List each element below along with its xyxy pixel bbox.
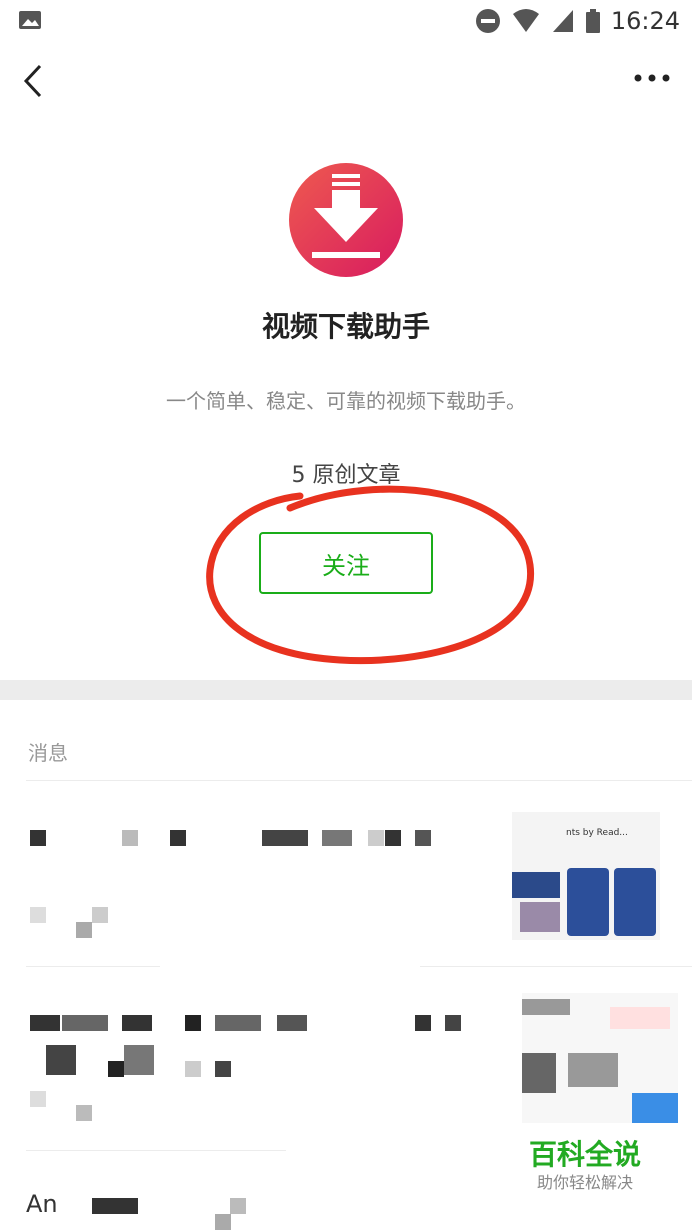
signal-icon bbox=[552, 10, 573, 32]
status-time: 16:24 bbox=[610, 7, 680, 35]
list-item[interactable] bbox=[0, 985, 692, 1145]
account-name: 视频下载助手 bbox=[261, 310, 430, 343]
divider-line bbox=[26, 1150, 286, 1151]
censored-block bbox=[170, 830, 186, 846]
censored-block bbox=[215, 1015, 261, 1031]
censored-block bbox=[445, 1015, 461, 1031]
more-icon[interactable] bbox=[632, 68, 672, 88]
censored-block bbox=[368, 830, 384, 846]
censored-block bbox=[415, 1015, 431, 1031]
censored-block bbox=[62, 1015, 108, 1031]
censored-block bbox=[122, 830, 138, 846]
censored-block bbox=[30, 1091, 46, 1107]
back-icon[interactable] bbox=[18, 62, 50, 100]
censored-block bbox=[30, 830, 46, 846]
censored-block bbox=[185, 1061, 201, 1077]
account-description: 一个简单、稳定、可靠的视频下载助手。 bbox=[166, 389, 526, 413]
message-title-partial: An bbox=[26, 1190, 58, 1218]
battery-icon bbox=[585, 9, 600, 33]
top-nav bbox=[0, 42, 692, 122]
censored-block bbox=[30, 1015, 60, 1031]
censored-block bbox=[277, 1015, 307, 1031]
censored-block bbox=[76, 922, 92, 938]
thumbnail-blur bbox=[522, 999, 570, 1015]
thumbnail-tag bbox=[610, 1007, 670, 1029]
censored-block bbox=[185, 1015, 201, 1031]
censored-block bbox=[215, 1214, 231, 1230]
thumbnail-blue bbox=[632, 1093, 678, 1123]
censored-block bbox=[322, 830, 352, 846]
thumbnail-blur bbox=[522, 1053, 556, 1093]
censored-block bbox=[92, 1198, 138, 1214]
censored-block bbox=[30, 907, 46, 923]
status-bar: 16:24 bbox=[0, 0, 692, 42]
censored-block bbox=[122, 1015, 152, 1031]
message-thumbnail[interactable] bbox=[522, 993, 678, 1123]
section-divider bbox=[0, 680, 692, 700]
thumbnail-blur bbox=[568, 1053, 618, 1087]
thumbnail-phone bbox=[614, 868, 656, 936]
watermark: 百科全说 助你轻松解决 bbox=[505, 1130, 665, 1210]
censored-block bbox=[46, 1045, 76, 1075]
list-item[interactable]: nts by Read... bbox=[0, 800, 692, 965]
thumbnail-phone bbox=[567, 868, 609, 936]
censored-block bbox=[108, 1061, 124, 1077]
account-logo bbox=[289, 163, 403, 277]
articles-count[interactable]: 5 原创文章 bbox=[0, 457, 692, 489]
thumbnail-blur bbox=[520, 902, 560, 932]
follow-button[interactable]: 关注 bbox=[259, 532, 433, 594]
censored-block bbox=[262, 830, 308, 846]
censored-block bbox=[124, 1045, 154, 1075]
divider-line bbox=[420, 966, 692, 967]
wifi-icon bbox=[512, 9, 539, 32]
censored-block bbox=[385, 830, 401, 846]
image-icon bbox=[19, 11, 41, 29]
censored-block bbox=[215, 1061, 231, 1077]
messages-section-title: 消息 bbox=[28, 741, 68, 765]
watermark-title: 百科全说 bbox=[528, 1138, 641, 1171]
censored-block bbox=[76, 1105, 92, 1121]
watermark-subtitle: 助你轻松解决 bbox=[536, 1173, 633, 1192]
divider-line bbox=[26, 966, 160, 967]
censored-block bbox=[92, 907, 108, 923]
message-thumbnail[interactable]: nts by Read... bbox=[512, 812, 660, 940]
thumbnail-bar bbox=[512, 872, 560, 898]
thumbnail-caption: nts by Read... bbox=[566, 828, 628, 838]
censored-block bbox=[230, 1198, 246, 1214]
censored-block bbox=[415, 830, 431, 846]
dnd-icon bbox=[475, 9, 500, 33]
divider-line bbox=[26, 780, 692, 781]
